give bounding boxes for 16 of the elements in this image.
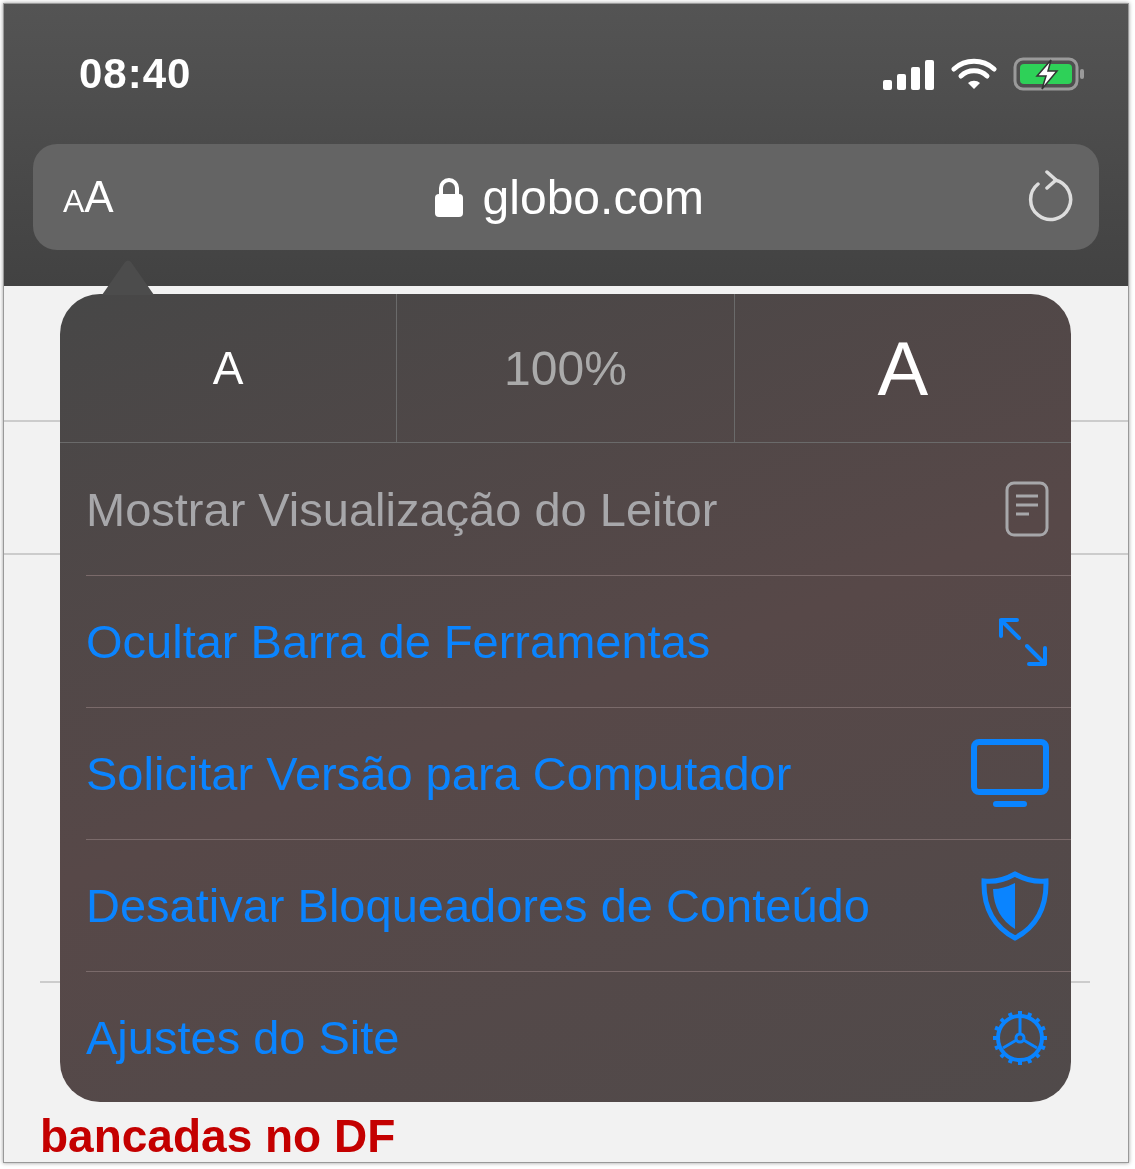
shield-icon bbox=[981, 870, 1049, 941]
wifi-icon bbox=[951, 58, 997, 90]
status-time: 08:40 bbox=[79, 50, 192, 98]
article-headline[interactable]: bancadas no DF bbox=[40, 1111, 396, 1162]
expand-icon bbox=[997, 615, 1049, 668]
decrease-text-button[interactable]: A bbox=[60, 294, 397, 442]
signal-icon bbox=[883, 58, 935, 90]
monitor-icon bbox=[971, 738, 1049, 809]
gear-icon bbox=[991, 1008, 1049, 1067]
text-size-button[interactable]: AA bbox=[63, 172, 114, 222]
address-bar[interactable]: AA globo.com bbox=[33, 144, 1099, 250]
zoom-level: 100% bbox=[396, 294, 734, 442]
url-text: globo.com bbox=[482, 169, 705, 225]
popover-arrow bbox=[102, 259, 154, 295]
reader-icon bbox=[1005, 481, 1049, 537]
increase-text-button[interactable]: A bbox=[733, 294, 1071, 442]
